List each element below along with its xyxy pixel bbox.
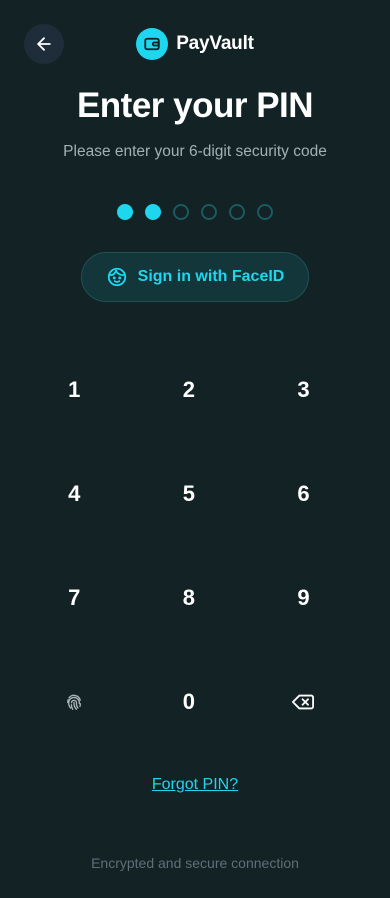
pin-dot-filled <box>145 204 161 220</box>
pin-entry-screen: PayVault Enter your PIN Please enter you… <box>0 0 390 898</box>
security-footer: Encrypted and secure connection <box>91 855 299 871</box>
key-7[interactable]: 7 <box>17 546 132 650</box>
forgot-pin-link[interactable]: Forgot PIN? <box>152 776 238 793</box>
key-6[interactable]: 6 <box>246 442 361 546</box>
pin-dot-filled <box>117 204 133 220</box>
header: PayVault <box>0 24 390 64</box>
page-title: Enter your PIN <box>76 86 314 125</box>
fingerprint-icon <box>67 694 82 711</box>
backspace-icon <box>292 694 315 710</box>
brand-name: PayVault <box>176 33 254 54</box>
pin-dot-empty <box>173 204 189 220</box>
backspace-button[interactable] <box>246 650 361 754</box>
page-subtitle: Please enter your 6-digit security code <box>63 143 327 160</box>
key-4[interactable]: 4 <box>17 442 132 546</box>
faceid-button[interactable]: Sign in with FaceID <box>81 252 309 302</box>
fingerprint-button[interactable] <box>17 650 132 754</box>
forgot-pin-container: Forgot PIN? <box>0 776 390 794</box>
key-3[interactable]: 3 <box>246 338 361 442</box>
numeric-keypad: 1 2 3 4 5 6 7 8 9 0 <box>17 338 361 754</box>
key-0[interactable]: 0 <box>132 650 247 754</box>
brand-logo <box>136 28 169 60</box>
faceid-label: Sign in with FaceID <box>137 268 285 285</box>
wallet-icon <box>144 37 160 51</box>
pin-dot-empty <box>229 204 245 220</box>
key-5[interactable]: 5 <box>132 442 247 546</box>
face-icon <box>107 267 126 287</box>
brand: PayVault <box>0 28 390 60</box>
key-2[interactable]: 2 <box>132 338 247 442</box>
key-1[interactable]: 1 <box>17 338 132 442</box>
key-9[interactable]: 9 <box>246 546 361 650</box>
key-8[interactable]: 8 <box>132 546 247 650</box>
pin-indicator <box>0 204 390 220</box>
pin-dot-empty <box>257 204 273 220</box>
pin-dot-empty <box>201 204 217 220</box>
